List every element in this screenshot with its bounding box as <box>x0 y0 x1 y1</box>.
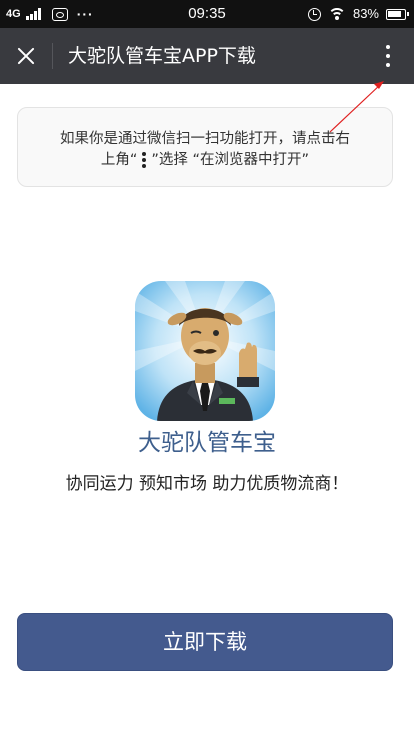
alarm-icon <box>307 7 321 21</box>
hint-prefix: 上角“ <box>100 152 138 168</box>
hint-line-2: 上角“ ”选择 “在浏览器中打开” <box>18 150 392 170</box>
app-name: 大驼队管车宝 <box>138 430 276 456</box>
battery-icon <box>386 8 409 20</box>
app-tagline: 协同运力 预知市场 助力优质物流商！ <box>65 474 349 494</box>
nav-bar: 大驼队管车宝APP下载 <box>0 28 414 84</box>
close-icon[interactable] <box>8 38 44 74</box>
status-right: 83% <box>307 5 409 23</box>
status-bar: 4G ··· 09:35 83% <box>0 0 414 28</box>
page-title: 大驼队管车宝APP下载 <box>68 45 256 67</box>
wifi-icon <box>327 7 346 21</box>
download-button[interactable]: 立即下载 <box>17 613 393 671</box>
more-menu-icon[interactable] <box>376 40 400 72</box>
app-logo <box>135 281 275 421</box>
battery-percent: 83% <box>352 6 379 21</box>
hint-line-1: 如果你是通过微信扫一扫功能打开，请点击右 <box>60 131 350 147</box>
nav-divider <box>52 43 53 69</box>
open-in-browser-hint: 如果你是通过微信扫一扫功能打开，请点击右 上角“ ”选择 “在浏览器中打开” <box>17 107 393 187</box>
menu-dots-icon <box>142 152 147 168</box>
hint-suffix: ”选择 “在浏览器中打开” <box>151 152 310 168</box>
